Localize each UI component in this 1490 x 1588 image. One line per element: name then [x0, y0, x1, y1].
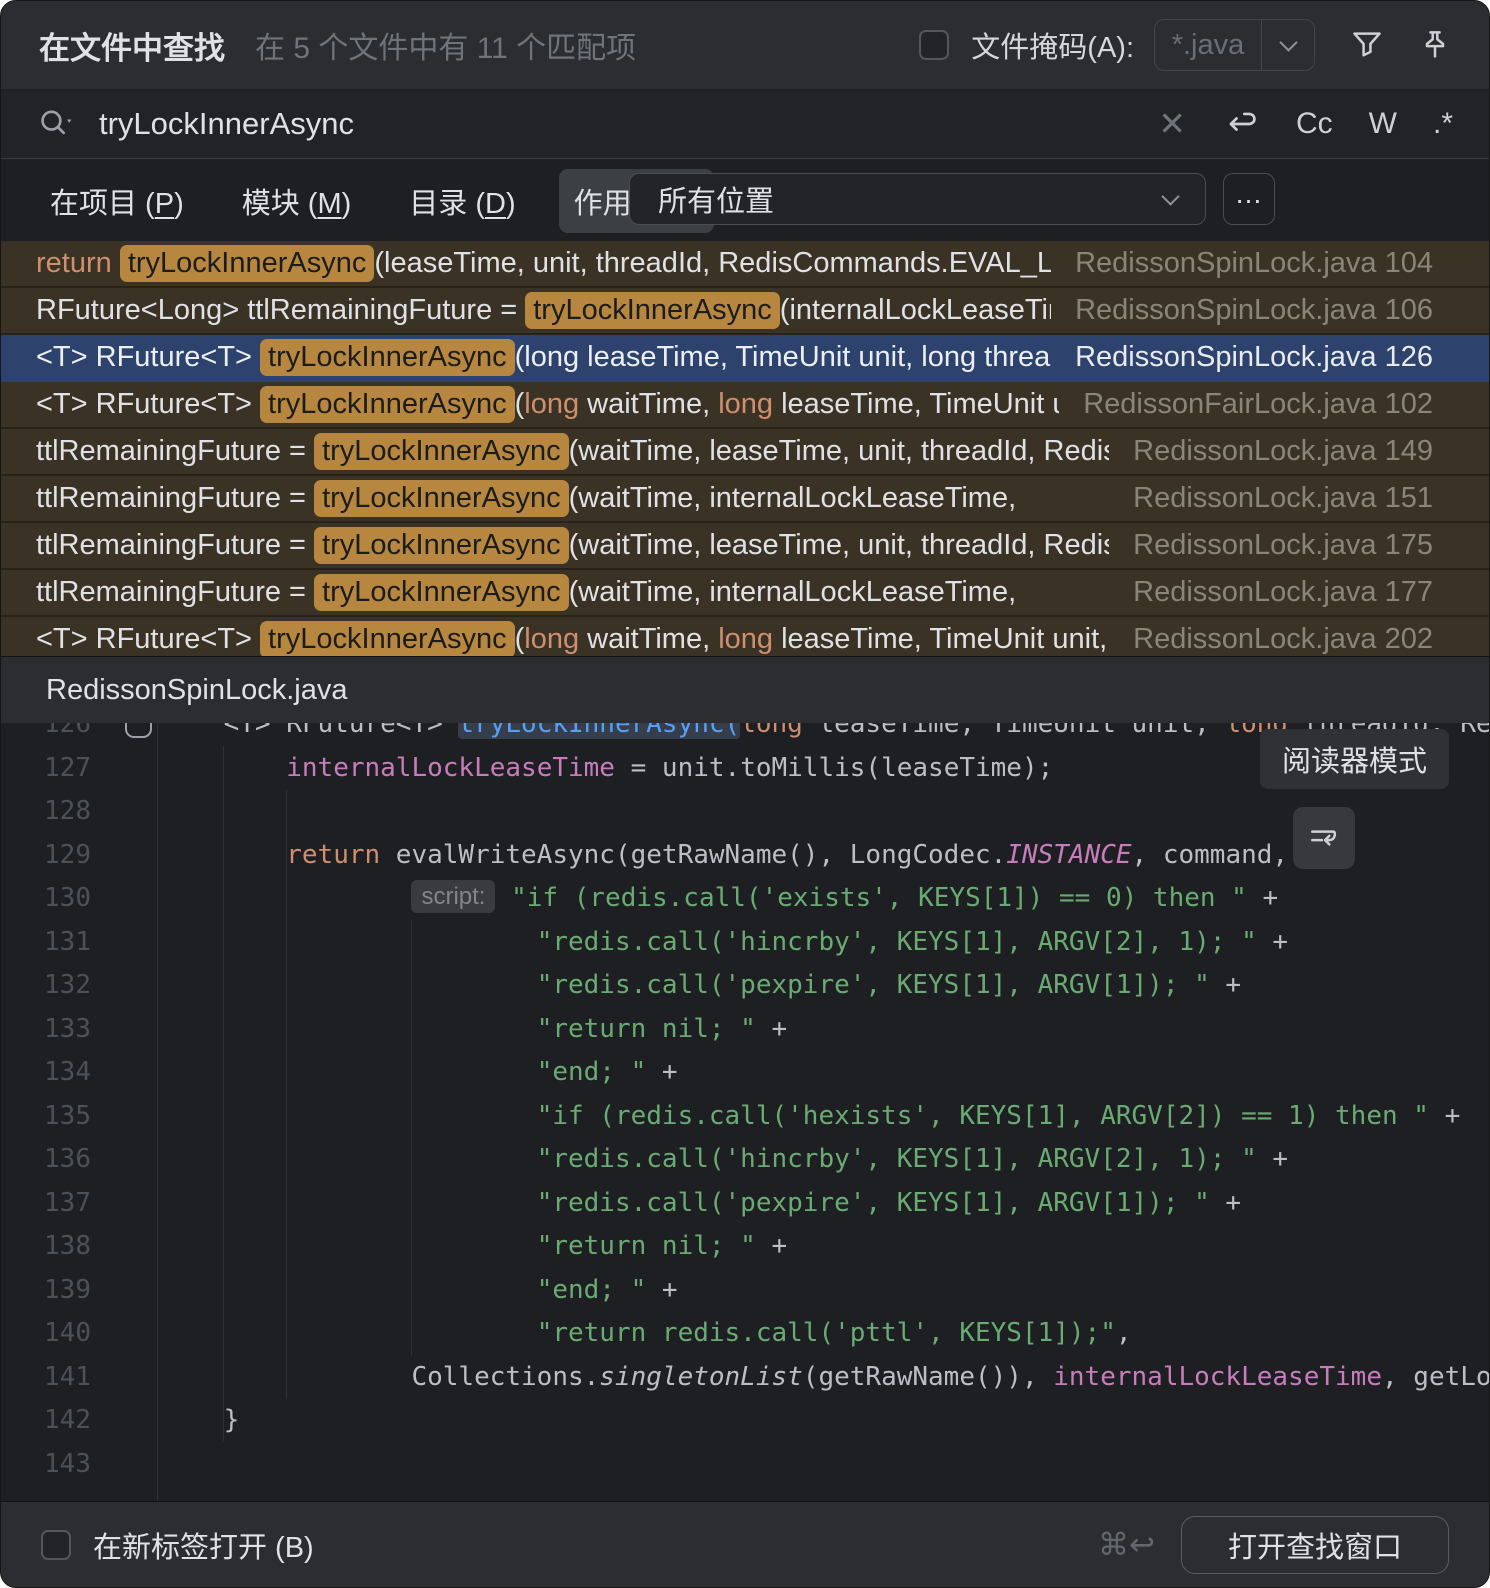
regex-toggle[interactable]: .*: [1433, 107, 1453, 141]
code-line: 136 "redis.call('hincrby', KEYS[1], ARGV…: [1, 1138, 1489, 1182]
file-mask-dropdown-button[interactable]: [1261, 20, 1314, 70]
reader-mode-tooltip: 阅读器模式: [1260, 729, 1449, 789]
results-list: return tryLockInnerAsync(leaseTime, unit…: [1, 241, 1489, 656]
line-number: 134: [1, 1051, 91, 1095]
result-file-label: RedissonSpinLock.java 106: [1075, 294, 1433, 327]
code-line: 138 "return nil; " +: [1, 1225, 1489, 1269]
line-number: 140: [1, 1312, 91, 1356]
scope-button-M[interactable]: 模块 (M): [227, 169, 367, 233]
scope-bar-buttons: 在项目 (P)模块 (M)目录 (D)作用域(S): [35, 160, 714, 241]
line-number: 137: [1, 1182, 91, 1226]
line-number: 128: [1, 790, 91, 834]
code-line: 134 "end; " +: [1, 1051, 1489, 1095]
result-row[interactable]: <T> RFuture<T> tryLockInnerAsync(long le…: [1, 335, 1489, 382]
code-line: 131 "redis.call('hincrby', KEYS[1], ARGV…: [1, 921, 1489, 965]
code-line: 143: [1, 1443, 1489, 1487]
line-number: 139: [1, 1269, 91, 1313]
code-line: 141 Collections.singletonList(getRawName…: [1, 1356, 1489, 1400]
code-line: 135 "if (redis.call('hexists', KEYS[1], …: [1, 1095, 1489, 1139]
footer-bar: 在新标签打开 (B) ⌘↩ 打开查找窗口: [1, 1501, 1489, 1587]
soft-wrap-icon: [1307, 821, 1341, 855]
result-file-label: RedissonLock.java 175: [1133, 529, 1433, 562]
search-input[interactable]: tryLockInnerAsync: [99, 106, 354, 142]
file-mask-checkbox[interactable]: [919, 30, 949, 60]
line-number: 126: [1, 723, 91, 747]
search-icon[interactable]: [37, 106, 77, 142]
code-line: 137 "redis.call('pexpire', KEYS[1], ARGV…: [1, 1182, 1489, 1226]
code-line: 140 "return redis.call('pttl', KEYS[1]);…: [1, 1312, 1489, 1356]
find-in-files-dialog: 在文件中查找 在 5 个文件中有 11 个匹配项 文件掩码(A): *.java…: [0, 0, 1490, 1588]
result-file-label: RedissonLock.java 202: [1133, 623, 1433, 656]
title-bar: 在文件中查找 在 5 个文件中有 11 个匹配项 文件掩码(A): *.java: [1, 1, 1489, 89]
file-mask-combo[interactable]: *.java: [1154, 19, 1315, 71]
scope-select[interactable]: 所有位置: [629, 173, 1206, 225]
line-number: 135: [1, 1095, 91, 1139]
words-toggle[interactable]: W: [1369, 107, 1397, 141]
line-number: 142: [1, 1399, 91, 1443]
file-mask-value: *.java: [1155, 20, 1261, 70]
open-in-new-tab-label: 在新标签打开 (B): [93, 1524, 314, 1566]
override-gutter-icon[interactable]: [125, 723, 152, 738]
line-number: 127: [1, 747, 91, 791]
scope-button-D[interactable]: 目录 (D): [394, 169, 530, 233]
code-line: 128: [1, 790, 1489, 834]
more-options-button[interactable]: …: [1223, 173, 1275, 225]
result-row[interactable]: ttlRemainingFuture = tryLockInnerAsync(w…: [1, 570, 1489, 617]
line-number: 136: [1, 1138, 91, 1182]
result-row[interactable]: return tryLockInnerAsync(leaseTime, unit…: [1, 241, 1489, 288]
line-number: 129: [1, 834, 91, 878]
result-file-label: RedissonSpinLock.java 104: [1075, 247, 1433, 280]
result-row[interactable]: RFuture<Long> ttlRemainingFuture = tryLo…: [1, 288, 1489, 335]
search-row: tryLockInnerAsync ✕ Cc W .*: [1, 89, 1489, 159]
match-case-toggle[interactable]: Cc: [1296, 107, 1333, 141]
newline-icon[interactable]: [1222, 105, 1260, 143]
code-line: 133 "return nil; " +: [1, 1008, 1489, 1052]
clear-search-icon[interactable]: ✕: [1158, 107, 1186, 140]
chevron-down-icon: [1279, 33, 1297, 51]
result-row[interactable]: ttlRemainingFuture = tryLockInnerAsync(w…: [1, 523, 1489, 570]
result-file-label: RedissonFairLock.java 102: [1083, 388, 1433, 421]
match-summary: 在 5 个文件中有 11 个匹配项: [255, 23, 636, 67]
preview-header: RedissonSpinLock.java: [1, 656, 1489, 723]
result-row[interactable]: <T> RFuture<T> tryLockInnerAsync(long wa…: [1, 382, 1489, 429]
line-number: 132: [1, 964, 91, 1008]
chevron-down-icon: [1161, 187, 1179, 205]
code-line: 139 "end; " +: [1, 1269, 1489, 1313]
file-mask-label: 文件掩码(A):: [971, 24, 1134, 66]
open-find-window-button[interactable]: 打开查找窗口: [1181, 1516, 1449, 1574]
code-line: 130 script: "if (redis.call('exists', KE…: [1, 877, 1489, 921]
scope-button-P[interactable]: 在项目 (P): [35, 169, 199, 233]
editor-preview[interactable]: 126 <T> RFuture<T> tryLockInnerAsync(lon…: [1, 723, 1489, 1501]
dialog-title: 在文件中查找: [39, 23, 225, 68]
pin-icon[interactable]: [1419, 29, 1451, 61]
result-file-label: RedissonLock.java 177: [1133, 576, 1433, 609]
code-line: 129 return evalWriteAsync(getRawName(), …: [1, 834, 1489, 878]
result-file-label: RedissonSpinLock.java 126: [1075, 341, 1433, 374]
preview-file-title: RedissonSpinLock.java: [46, 674, 347, 707]
result-row[interactable]: ttlRemainingFuture = tryLockInnerAsync(w…: [1, 476, 1489, 523]
line-number: 133: [1, 1008, 91, 1052]
shortcut-hint: ⌘↩: [1098, 1527, 1155, 1563]
code-line: 132 "redis.call('pexpire', KEYS[1], ARGV…: [1, 964, 1489, 1008]
open-in-new-tab-checkbox[interactable]: [41, 1530, 71, 1560]
soft-wrap-button[interactable]: [1293, 807, 1355, 869]
result-file-label: RedissonLock.java 149: [1133, 435, 1433, 468]
line-number: 143: [1, 1443, 91, 1487]
result-row[interactable]: ttlRemainingFuture = tryLockInnerAsync(w…: [1, 429, 1489, 476]
line-number: 141: [1, 1356, 91, 1400]
code-line: 142 }: [1, 1399, 1489, 1443]
scope-row: 在项目 (P)模块 (M)目录 (D)作用域(S) 所有位置 …: [1, 160, 1489, 241]
result-file-label: RedissonLock.java 151: [1133, 482, 1433, 515]
editor-lines: 126 <T> RFuture<T> tryLockInnerAsync(lon…: [1, 723, 1489, 1486]
filter-icon[interactable]: [1351, 29, 1383, 61]
line-number: 130: [1, 877, 91, 921]
line-number: 138: [1, 1225, 91, 1269]
result-row[interactable]: <T> RFuture<T> tryLockInnerAsync(long wa…: [1, 617, 1489, 656]
line-number: 131: [1, 921, 91, 965]
scope-select-value: 所有位置: [658, 178, 774, 220]
